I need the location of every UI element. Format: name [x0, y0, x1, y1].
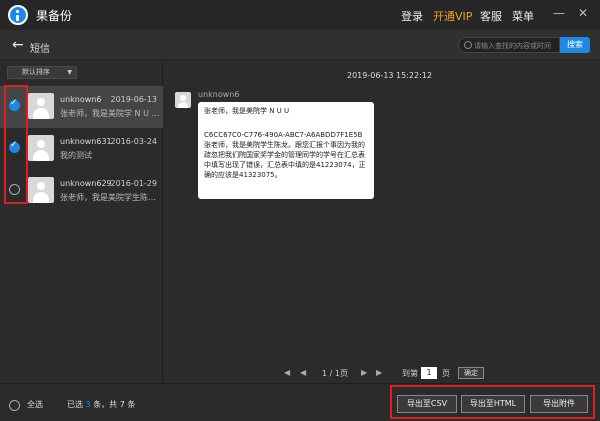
search-box	[458, 37, 560, 53]
selected-prefix: 已选	[67, 400, 83, 409]
avatar-icon	[28, 93, 54, 119]
message-text: 张老师，我是美院学 N U U	[204, 107, 290, 115]
search-input[interactable]	[474, 40, 558, 51]
conversation-date: 2016-03-24	[110, 137, 158, 146]
page-info: 1 / 1页	[322, 369, 348, 378]
next-page-icon[interactable]: ▶	[361, 368, 367, 377]
selected-suffix: 条，共 7 条	[93, 400, 136, 409]
selected-count: 3	[85, 400, 91, 409]
select-all-checkbox[interactable]	[9, 400, 20, 411]
conversation-date: 2019-06-13	[110, 95, 158, 104]
last-page-icon[interactable]: ▶	[376, 368, 382, 377]
minimize-icon[interactable]: —	[553, 6, 565, 20]
login-link[interactable]: 登录	[401, 8, 423, 24]
page-title: 短信	[30, 44, 50, 55]
export-highlight-box	[390, 385, 595, 419]
service-link[interactable]: 客服	[480, 8, 502, 24]
app-logo-icon	[8, 5, 28, 25]
prev-page-icon[interactable]: ◀	[300, 368, 306, 377]
contact-name: unknown631	[60, 137, 112, 146]
avatar-icon	[28, 177, 54, 203]
menu-link[interactable]: 菜单	[512, 8, 534, 24]
message-preview: 我的测试	[60, 151, 92, 160]
title-bar: 果备份 登录 开通VIP 客服 菜单 — ✕	[0, 0, 600, 30]
contact-name: unknown6	[60, 95, 102, 104]
checkbox-highlight-box	[4, 85, 28, 204]
chat-panel: 2019-06-13 15:22:12 unknown6 张老师，我是美院学 N…	[164, 61, 600, 383]
select-all-label: 全选	[27, 400, 43, 409]
page-unit-label: 页	[442, 369, 450, 378]
sender-avatar-icon	[175, 92, 191, 108]
close-icon[interactable]: ✕	[578, 6, 588, 20]
conversation-date: 2016-01-29	[110, 179, 158, 188]
message-preview: 张老师，我是美院学 N U U ...	[60, 109, 160, 118]
message-text: C6CC67C0-C776-490A-ABC7-A6ABDD7F1E5B张老师，…	[204, 131, 366, 179]
contact-name: unknown629	[60, 179, 112, 188]
avatar-icon	[28, 135, 54, 161]
confirm-page-button[interactable]: 确定	[458, 367, 484, 379]
goto-label: 到第	[402, 369, 418, 378]
search-icon	[464, 41, 472, 49]
toolbar: ← 短信 搜索	[0, 30, 600, 60]
app-title: 果备份	[36, 9, 73, 23]
search-button[interactable]: 搜索	[560, 37, 590, 53]
first-page-icon[interactable]: ◀	[284, 368, 290, 377]
sender-name: unknown6	[198, 90, 240, 99]
sort-dropdown[interactable]: 默认排序	[7, 66, 77, 79]
selection-count: 已选 3 条，共 7 条	[67, 399, 135, 410]
page-number-input[interactable]: 1	[421, 367, 437, 379]
vip-link[interactable]: 开通VIP	[433, 8, 472, 24]
message-preview: 张老师，我是美院学生陈龙...	[60, 193, 160, 202]
back-arrow-icon[interactable]: ←	[12, 37, 24, 53]
message-timestamp: 2019-06-13 15:22:12	[347, 71, 432, 80]
message-bubble: 张老师，我是美院学 N U U C6CC67C0-C776-490A-ABC7-…	[198, 102, 374, 199]
